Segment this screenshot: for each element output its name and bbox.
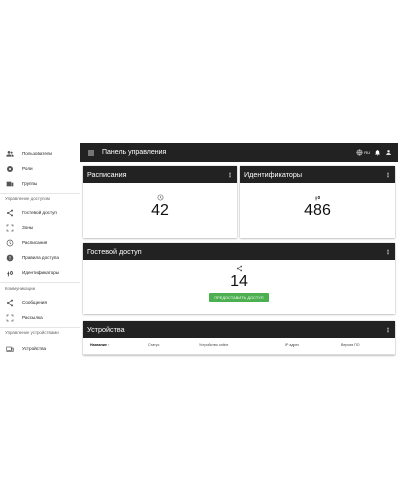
sidebar-item-label: Роли	[22, 166, 33, 171]
table-divider	[83, 354, 395, 355]
sidebar-item-label: Группы	[22, 181, 38, 186]
sidebar-item-label: Расписания	[22, 240, 48, 245]
sidebar-section-title: Управление устройствами	[5, 330, 59, 335]
sidebar-item-label: Пользователи	[22, 151, 52, 156]
groups-icon	[5, 179, 14, 188]
share-icon	[236, 265, 243, 272]
app-header: Панель управления RU	[80, 143, 398, 162]
sidebar-item-label: Рассылка	[22, 315, 43, 320]
broadcast-icon	[5, 313, 14, 322]
column-header-status[interactable]: Статус	[148, 343, 159, 347]
page-title: Панель управления	[102, 149, 167, 156]
identifiers-count: 486	[304, 202, 331, 219]
sidebar-section-title: Управление доступом	[5, 196, 50, 201]
clock-icon	[5, 238, 14, 247]
card-title: Устройства	[87, 325, 125, 334]
sidebar-item-devices[interactable]: Устройства	[0, 341, 80, 356]
sidebar-divider	[0, 327, 80, 328]
card-title: Расписания	[87, 170, 127, 179]
schedules-card: Расписания 42	[83, 166, 237, 238]
card-title: Гостевой доступ	[87, 247, 142, 256]
sidebar-item-label: Устройства	[22, 346, 47, 351]
sidebar-item-messages[interactable]: Сообщения	[0, 295, 80, 310]
account-button[interactable]	[385, 149, 392, 156]
sidebar-divider	[0, 193, 80, 194]
sidebar-item-identifiers[interactable]: Идентификаторы	[0, 265, 80, 280]
fingerprint-icon	[314, 194, 321, 201]
sidebar-item-guest-access[interactable]: Гостевой доступ	[0, 205, 80, 220]
notifications-button[interactable]	[374, 149, 381, 156]
menu-button[interactable]	[86, 143, 96, 162]
sidebar-divider	[0, 282, 80, 283]
devices-card: Устройства Название ↑ Статус Устройство …	[83, 321, 395, 355]
more-vert-icon	[387, 249, 389, 254]
sidebar-section-title: Коммуникации	[5, 286, 36, 291]
sidebar-item-roles[interactable]: Роли	[0, 161, 80, 176]
sidebar: Пользователи Роли Группы Управление дост…	[0, 142, 80, 358]
sidebar-item-label: Гостевой доступ	[22, 210, 57, 215]
more-vert-icon	[229, 172, 231, 177]
identifiers-card: Идентификаторы 486	[240, 166, 395, 238]
more-vert-icon	[387, 172, 389, 177]
sidebar-item-access-rules[interactable]: Правила доступа	[0, 250, 80, 265]
devices-table-header: Название ↑ Статус Устройство online IP а…	[83, 338, 395, 352]
roles-icon	[5, 164, 14, 173]
sidebar-item-label: Идентификаторы	[22, 270, 60, 275]
language-button[interactable]: RU	[356, 149, 370, 156]
zones-icon	[5, 223, 14, 232]
sort-arrow-icon: ↑	[107, 343, 110, 347]
sidebar-item-label: Правила доступа	[22, 255, 59, 260]
more-vert-icon	[387, 327, 389, 332]
account-icon	[386, 150, 391, 155]
guest-access-card: Гостевой доступ 14 ПРЕДОСТАВИТЬ ДОСТУП	[83, 243, 395, 314]
globe-icon	[356, 149, 363, 156]
grant-access-button[interactable]: ПРЕДОСТАВИТЬ ДОСТУП	[209, 293, 269, 302]
sidebar-item-zones[interactable]: Зоны	[0, 220, 80, 235]
sidebar-item-schedules[interactable]: Расписания	[0, 235, 80, 250]
column-header-version[interactable]: Версия ПО	[341, 343, 360, 347]
sidebar-item-users[interactable]: Пользователи	[0, 146, 80, 161]
devices-icon	[5, 344, 14, 353]
card-title: Идентификаторы	[244, 170, 303, 179]
schedules-count: 42	[151, 202, 169, 219]
column-header-ip[interactable]: IP адрес	[285, 343, 299, 347]
language-label: RU	[364, 150, 370, 155]
sidebar-item-label: Сообщения	[22, 300, 47, 305]
column-header-online[interactable]: Устройство online	[199, 343, 228, 347]
users-icon	[5, 149, 14, 158]
sidebar-item-broadcast[interactable]: Рассылка	[0, 310, 80, 325]
card-menu-button[interactable]	[384, 243, 392, 260]
share-icon	[5, 208, 14, 217]
column-header-name[interactable]: Название ↑	[90, 343, 110, 347]
card-menu-button[interactable]	[384, 321, 392, 338]
rules-icon	[5, 253, 14, 262]
sidebar-item-groups[interactable]: Группы	[0, 176, 80, 191]
guest-access-count: 14	[230, 273, 248, 290]
fingerprint-icon	[5, 268, 14, 277]
menu-icon	[88, 150, 94, 155]
card-menu-button[interactable]	[384, 166, 392, 183]
clock-icon	[157, 194, 164, 201]
share-icon	[5, 298, 14, 307]
bell-icon	[375, 149, 380, 156]
card-menu-button[interactable]	[226, 166, 234, 183]
sidebar-item-label: Зоны	[22, 225, 34, 230]
